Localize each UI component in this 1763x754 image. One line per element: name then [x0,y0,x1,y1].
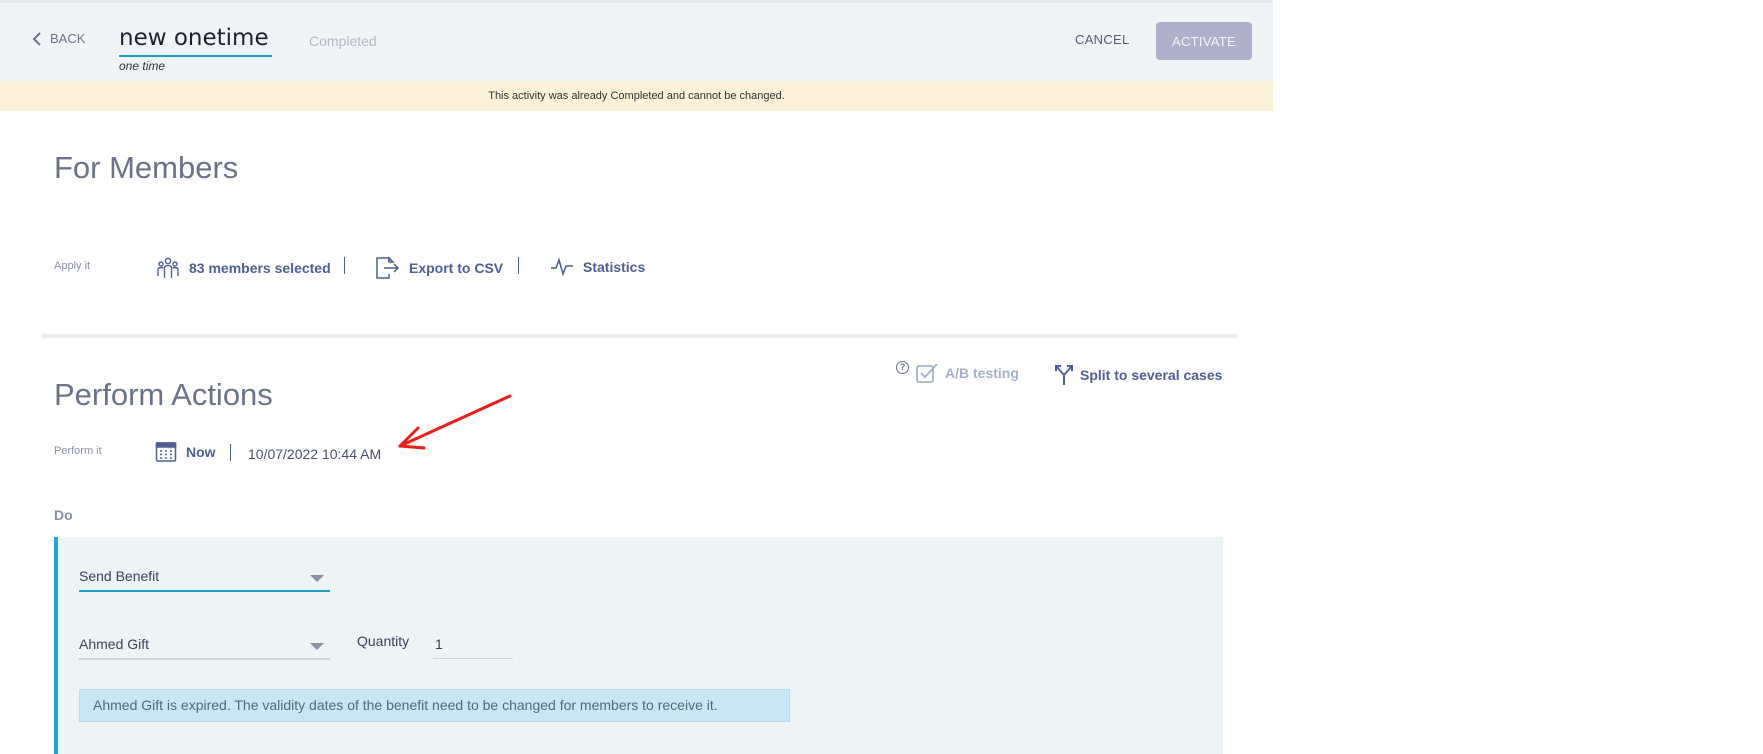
action-card: Send Benefit Ahmed Gift Quantity Ahmed G… [54,537,1223,754]
caret-down-icon [310,575,324,582]
page: BACK one time Completed CANCEL ACTIVATE … [0,0,1273,754]
calendar-icon [155,442,177,462]
activate-button[interactable]: ACTIVATE [1156,22,1252,60]
header-bar: BACK one time Completed CANCEL ACTIVATE [0,0,1273,81]
statistics-link[interactable]: Statistics [550,256,645,278]
status-label: Completed [309,33,377,49]
title-block: one time [119,23,272,73]
section-divider [41,334,1237,338]
section-title-actions: Perform Actions [54,377,273,412]
checkbox-icon [916,363,938,383]
separator [518,257,519,274]
ab-testing-toggle[interactable]: ? A/B testing [896,360,1019,384]
perform-label: Perform it [54,445,102,457]
benefit-value: Ahmed Gift [79,636,150,652]
quantity-input[interactable] [433,629,513,659]
back-button[interactable]: BACK [32,31,85,46]
action-type-select[interactable]: Send Benefit [79,564,330,592]
statistics-label: Statistics [583,259,646,275]
ab-testing-label: A/B testing [945,365,1019,381]
do-label: Do [54,507,73,523]
cancel-button[interactable]: CANCEL [1075,32,1130,47]
apply-label: Apply it [54,260,91,272]
chevron-left-icon [32,31,41,46]
annotation-arrow [398,394,512,450]
split-fork-icon [1055,365,1073,385]
members-selected-link[interactable]: 83 members selected [156,256,331,280]
export-file-icon [376,256,400,279]
activity-type-label: one time [119,59,166,73]
export-csv-label: Export to CSV [409,260,504,276]
members-selected-label: 83 members selected [189,260,331,276]
split-cases-label: Split to several cases [1080,367,1223,383]
export-csv-link[interactable]: Export to CSV [374,256,503,280]
action-type-value: Send Benefit [79,568,160,584]
people-icon [157,257,179,278]
expired-warning: Ahmed Gift is expired. The validity date… [79,689,790,722]
schedule-now-label: Now [186,444,216,460]
help-icon[interactable]: ? [896,360,909,374]
schedule-now-link[interactable]: Now [155,441,216,463]
separator [230,444,231,461]
split-cases-link[interactable]: Split to several cases [1054,364,1222,386]
activity-title-input[interactable] [119,23,272,57]
separator [344,257,345,274]
back-label: BACK [50,31,86,46]
pulse-chart-icon [551,257,573,277]
section-title-members: For Members [54,150,239,185]
schedule-datetime: 10/07/2022 10:44 AM [248,446,382,462]
caret-down-icon [310,643,324,650]
benefit-select[interactable]: Ahmed Gift [79,632,330,660]
quantity-label: Quantity [357,633,410,649]
completed-notice: This activity was already Completed and … [0,81,1273,111]
